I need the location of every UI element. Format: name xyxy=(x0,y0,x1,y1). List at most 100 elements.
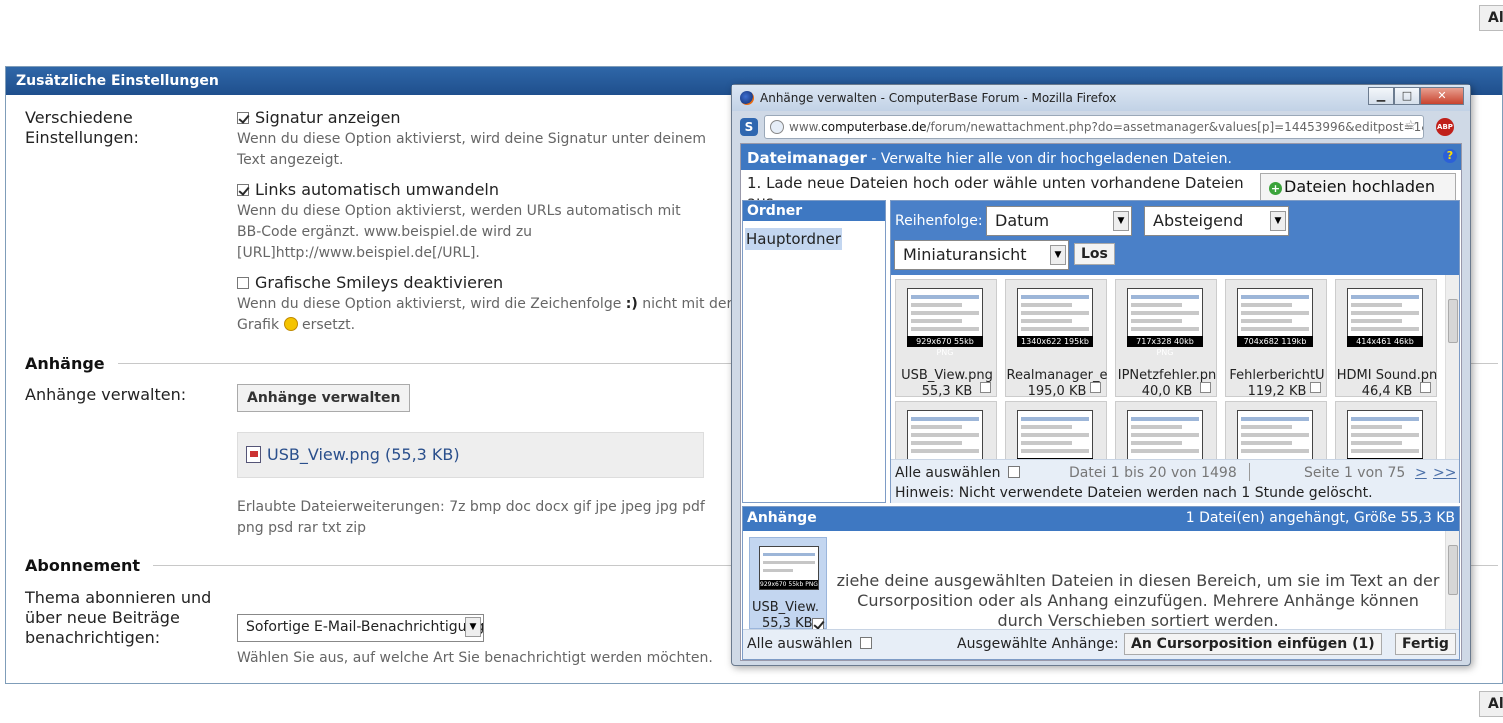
files-panel: Reihenfolge: Datum ▼ Absteigend ▼ Miniatur… xyxy=(890,200,1460,503)
allowed-extensions: Erlaubte Dateierweiterungen: 7z bmp doc … xyxy=(237,499,705,536)
file-preview-caption: 717x328 40kb PNG xyxy=(1127,336,1203,357)
attachments-scrollbar[interactable] xyxy=(1445,531,1459,629)
files-toolbar: Reihenfolge: Datum ▼ Absteigend ▼ Miniatur… xyxy=(891,201,1459,275)
file-preview-caption: 704x682 119kb xyxy=(1237,336,1313,347)
file-preview-image xyxy=(907,410,983,459)
attached-file-name: USB_View. xyxy=(752,600,819,615)
select-all-checkbox[interactable] xyxy=(1008,466,1020,478)
file-select-checkbox[interactable] xyxy=(1200,382,1211,393)
files-footer: Alle auswählen Datei 1 bis 20 von 1498 S… xyxy=(891,459,1459,503)
attached-screenshot: 929x670 55kb PNG xyxy=(759,546,819,590)
image-file-icon xyxy=(246,446,261,463)
folder-item-main[interactable]: Hauptordner xyxy=(745,228,842,250)
chevron-down-icon: ▼ xyxy=(1050,245,1066,265)
file-tile[interactable]: 929x670 55kb PNG USB_View.png 55,3 KB xyxy=(895,279,997,399)
attachment-manager-window: Anhänge verwalten - ComputerBase Forum -… xyxy=(731,84,1471,666)
attachments-label: Anhänge verwalten: xyxy=(25,385,187,404)
attachments-panel-title: Anhänge xyxy=(747,510,817,526)
attachments-scroll-thumb[interactable] xyxy=(1448,545,1458,595)
next-page-link[interactable]: > xyxy=(1415,465,1427,481)
file-preview-caption: 414x461 46kb xyxy=(1347,336,1423,347)
file-select-checkbox[interactable] xyxy=(1310,382,1321,393)
globe-icon xyxy=(770,120,784,134)
file-select-checkbox[interactable] xyxy=(1420,382,1431,393)
smileys-checkbox[interactable] xyxy=(237,277,249,289)
star-icon[interactable]: ☆ xyxy=(1404,118,1417,134)
signature-checkbox[interactable] xyxy=(237,112,249,124)
add-icon: + xyxy=(1269,182,1282,195)
close-icon[interactable]: ✕ xyxy=(1420,87,1464,105)
file-tile[interactable]: 444x122 6kb PNG xyxy=(1335,401,1437,459)
adblock-icon[interactable]: ABP xyxy=(1436,118,1454,136)
drop-hint: ziehe deine ausgewählten Dateien in dies… xyxy=(836,571,1440,630)
page-info: Seite 1 von 75 xyxy=(1304,465,1406,481)
file-select-checkbox[interactable] xyxy=(980,382,991,393)
file-tile[interactable]: 414x461 46kb HDMI Sound.pn 46,4 KB xyxy=(1335,279,1438,399)
signature-label: Signatur anzeigen xyxy=(255,108,401,127)
misc-settings-label: Verschiedene Einstellungen: xyxy=(25,108,139,147)
folder-panel: Ordner Hauptordner xyxy=(742,200,886,503)
file-name: FehlerberichtU xyxy=(1229,368,1325,383)
file-preview-image xyxy=(1347,410,1423,459)
site-s-icon: S xyxy=(740,118,758,136)
popup-content: Dateimanager - Verwalte hier alle von di… xyxy=(740,143,1462,661)
file-tile[interactable]: 780x458 43kb PNG xyxy=(1005,401,1107,459)
subscription-label: Thema abonnieren und über neue Beiträge … xyxy=(25,588,212,647)
sort-direction-select[interactable]: Absteigend ▼ xyxy=(1144,206,1289,236)
file-preview-image xyxy=(1127,410,1203,459)
notification-select[interactable]: Sofortige E-Mail-Benachrichtigung ▼ xyxy=(237,614,484,642)
smileys-desc: Wenn du diese Option aktivierst, wird di… xyxy=(237,296,733,333)
autolinks-checkbox[interactable] xyxy=(237,184,249,196)
file-select-checkbox[interactable] xyxy=(1090,382,1101,393)
option-smileys[interactable]: Grafische Smileys deaktivieren xyxy=(237,273,503,293)
bottom-edge-button[interactable]: Al xyxy=(1479,691,1503,717)
file-range: Datei 1 bis 20 von 1498 xyxy=(1069,465,1237,481)
attachments-title: Anhänge xyxy=(25,354,105,373)
file-tile[interactable]: 1340x622 195kb Realmanager_e 195,0 KB xyxy=(1005,279,1108,399)
attached-file-thumb[interactable]: 929x670 55kb PNG USB_View. 55,3 KB xyxy=(749,537,827,631)
url-field[interactable]: www.computerbase.de/forum/newattachment.… xyxy=(764,115,1424,139)
smiley-icon xyxy=(283,317,298,331)
minimize-icon[interactable]: ▁ xyxy=(1368,87,1394,105)
smileys-label: Grafische Smileys deaktivieren xyxy=(255,273,504,292)
select-all-label: Alle auswählen xyxy=(895,465,1001,481)
att-select-all-label: Alle auswählen xyxy=(747,636,853,652)
chevron-down-icon: ▼ xyxy=(1113,211,1129,231)
file-name: Realmanager_e xyxy=(1006,368,1108,383)
attached-file-link[interactable]: USB_View.png (55,3 KB) xyxy=(267,445,460,464)
file-tile[interactable]: 704x682 119kb FehlerberichtU 119,2 KB xyxy=(1225,279,1327,399)
file-tile[interactable] xyxy=(895,401,997,459)
maximize-icon[interactable]: □ xyxy=(1394,87,1420,105)
file-name: USB_View.png xyxy=(901,368,993,383)
manage-attachments-button[interactable]: Anhänge verwalten xyxy=(237,384,411,412)
file-tile[interactable] xyxy=(1115,401,1217,459)
sort-field-select[interactable]: Datum ▼ xyxy=(986,206,1132,236)
insert-at-cursor-button[interactable]: An Cursorposition einfügen (1) xyxy=(1124,633,1382,655)
file-tile[interactable] xyxy=(1225,401,1327,459)
file-tile[interactable]: 717x328 40kb PNG IPNetzfehler.pn 40,0 KB xyxy=(1115,279,1217,399)
autolinks-label: Links automatisch umwandeln xyxy=(255,180,500,199)
selected-attachments-label: Ausgewählte Anhänge: xyxy=(957,636,1119,652)
chevron-down-icon: ▼ xyxy=(1270,211,1286,231)
upload-files-button[interactable]: + Dateien hochladen xyxy=(1260,173,1456,201)
option-signature[interactable]: Signatur anzeigen xyxy=(237,108,401,128)
file-manager-title: Dateimanager xyxy=(747,149,867,167)
go-button[interactable]: Los xyxy=(1074,243,1115,265)
attachments-footer: Alle auswählen Ausgewählte Anhänge: An C… xyxy=(743,629,1459,659)
help-icon[interactable]: ? xyxy=(1443,149,1457,163)
file-name: HDMI Sound.pn xyxy=(1336,368,1438,383)
view-mode-select[interactable]: Miniaturansicht ▼ xyxy=(894,240,1069,270)
top-edge-button[interactable]: Al xyxy=(1479,5,1503,31)
files-scrollbar[interactable] xyxy=(1445,275,1459,459)
attachments-header: Anhänge 1 Datei(en) angehängt, Größe 55,… xyxy=(743,507,1459,531)
files-scroll-thumb[interactable] xyxy=(1448,299,1458,343)
option-autolinks[interactable]: Links automatisch umwandeln xyxy=(237,180,499,200)
att-select-all-checkbox[interactable] xyxy=(860,637,872,649)
file-preview-caption: 929x670 55kb PNG xyxy=(907,336,983,357)
folder-header: Ordner xyxy=(743,201,885,221)
file-manager-header: Dateimanager - Verwalte hier alle von di… xyxy=(741,144,1461,170)
last-page-link[interactable]: >> xyxy=(1433,465,1456,481)
sort-label: Reihenfolge: xyxy=(895,213,983,229)
done-button[interactable]: Fertig xyxy=(1395,633,1456,655)
footer-divider xyxy=(1249,463,1250,481)
